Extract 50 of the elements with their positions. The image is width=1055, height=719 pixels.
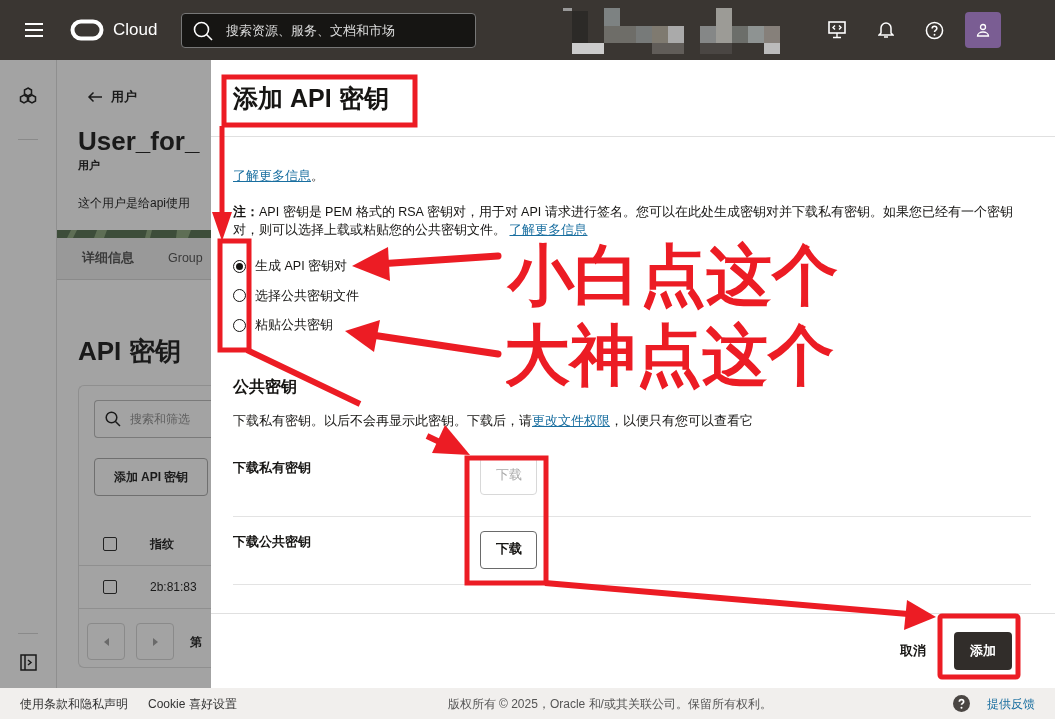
- sidebar-toggle-icon[interactable]: [19, 654, 37, 671]
- change-permissions-link[interactable]: 更改文件权限: [532, 414, 610, 428]
- feedback-link[interactable]: 提供反馈: [986, 694, 1035, 713]
- filter-field[interactable]: 搜索和筛选: [94, 400, 212, 438]
- learn-more-link[interactable]: 了解更多信息: [233, 169, 311, 183]
- column-header: 指纹: [150, 535, 174, 553]
- logo-icon: [70, 19, 104, 41]
- add-button[interactable]: 添加: [954, 632, 1012, 670]
- footer-link[interactable]: Cookie 喜好设置: [148, 694, 237, 713]
- caret-left-icon: [103, 637, 109, 646]
- radio-option[interactable]: 选择公共密钥文件: [233, 286, 359, 306]
- search-icon: [193, 20, 214, 41]
- menu-icon[interactable]: [25, 23, 43, 37]
- search-icon: [105, 411, 121, 427]
- drawer-title: 添加 API 密钥: [233, 84, 389, 112]
- checkbox[interactable]: [103, 580, 117, 594]
- user-avatar[interactable]: [965, 12, 1002, 48]
- table-cell-text: 2b:81:83: [150, 579, 197, 596]
- cancel-button[interactable]: 取消: [900, 641, 926, 661]
- search-field[interactable]: 搜索资源、服务、文档和市场: [181, 12, 477, 48]
- pagination-text: 第: [190, 633, 202, 651]
- caret-right-icon: [152, 637, 158, 646]
- tab[interactable]: Group: [168, 249, 203, 268]
- checkbox[interactable]: [103, 536, 117, 551]
- back-link[interactable]: 用户: [87, 87, 211, 107]
- stacked-cubes-icon[interactable]: [19, 87, 37, 104]
- section-heading: API 密钥: [78, 335, 182, 368]
- radio-option[interactable]: 生成 API 密钥对: [233, 256, 348, 276]
- download-button[interactable]: 下载: [480, 530, 537, 569]
- help-icon[interactable]: [925, 20, 945, 40]
- section-heading: 公共密钥: [233, 377, 298, 397]
- section-description: 下载私有密钥。以后不会再显示此密钥。下载后，请更改文件权限，以便只有您可以查看它: [233, 413, 754, 430]
- back-arrow-icon: [87, 90, 103, 103]
- help-icon[interactable]: [952, 695, 970, 712]
- punctuation-text: 。: [311, 169, 324, 183]
- monitor-code-icon[interactable]: [828, 21, 847, 39]
- tab[interactable]: 详细信息: [82, 249, 134, 268]
- page-subtitle: 用户: [78, 157, 101, 173]
- user-description: 这个用户是给api使用: [78, 195, 191, 212]
- field-label: 下载私有密钥: [233, 459, 312, 477]
- learn-more-link[interactable]: 了解更多信息: [509, 222, 588, 237]
- note-text: 注：API 密钥是 PEM 格式的 RSA 密钥对，用于对 API 请求进行签名。您可以在此处生成密钥对并下载私有密钥。如果您已经有一个密钥对，则可以选择上载或粘贴您的公共密钥文件。 了解更多信息: [233, 203, 1014, 239]
- radio-option[interactable]: 粘贴公共密钥: [233, 316, 333, 335]
- notification-bell-icon[interactable]: [878, 21, 895, 39]
- page-title: User_for_: [78, 124, 201, 157]
- footer-link[interactable]: 使用条款和隐私声明: [20, 694, 128, 713]
- add-api-key-button[interactable]: 添加 API 密钥: [94, 458, 208, 496]
- copyright-text: 版权所有 © 2025，Oracle 和/或其关联公司。保留所有权利。: [447, 695, 772, 713]
- brand-name: Cloud: [113, 19, 158, 42]
- field-label: 下载公共密钥: [233, 533, 312, 551]
